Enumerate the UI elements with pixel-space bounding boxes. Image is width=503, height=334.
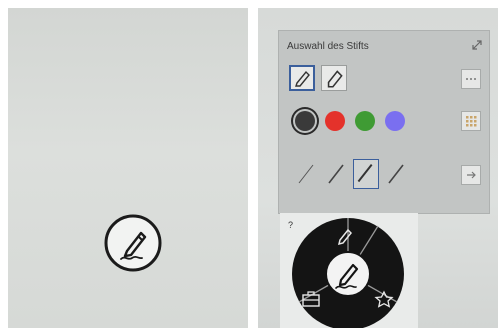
radial-center-button[interactable] xyxy=(325,251,371,297)
left-photo-screen xyxy=(8,8,248,328)
radial-pen-menu[interactable] xyxy=(290,216,406,328)
panel-title: Auswahl des Stifts xyxy=(287,41,369,52)
thickness-option-4[interactable] xyxy=(383,159,409,189)
color-grid-button[interactable] xyxy=(461,111,481,131)
more-options-button[interactable] xyxy=(461,69,481,89)
pen-selection-panel: Auswahl des Stifts xyxy=(278,30,490,214)
more-icon xyxy=(466,78,476,80)
right-photo-screen: Auswahl des Stifts ? xyxy=(258,8,498,328)
thickness-option-1[interactable] xyxy=(293,159,319,189)
color-swatch-green[interactable] xyxy=(355,111,375,131)
thickness-option-2[interactable] xyxy=(323,159,349,189)
color-swatch-black[interactable] xyxy=(295,111,315,131)
color-swatch-purple[interactable] xyxy=(385,111,405,131)
thickness-option-3[interactable] xyxy=(353,159,379,189)
pen-button[interactable] xyxy=(104,214,162,272)
pen-icon xyxy=(295,70,310,87)
expand-diagonal-icon[interactable] xyxy=(471,39,483,51)
pen-type-pen-button[interactable] xyxy=(289,65,315,91)
pen-type-highlighter-button[interactable] xyxy=(321,65,347,91)
collapse-icon xyxy=(467,171,476,179)
collapse-button[interactable] xyxy=(461,165,481,185)
grid-icon xyxy=(466,116,477,127)
color-swatch-red[interactable] xyxy=(325,111,345,131)
highlighter-icon xyxy=(327,70,343,88)
